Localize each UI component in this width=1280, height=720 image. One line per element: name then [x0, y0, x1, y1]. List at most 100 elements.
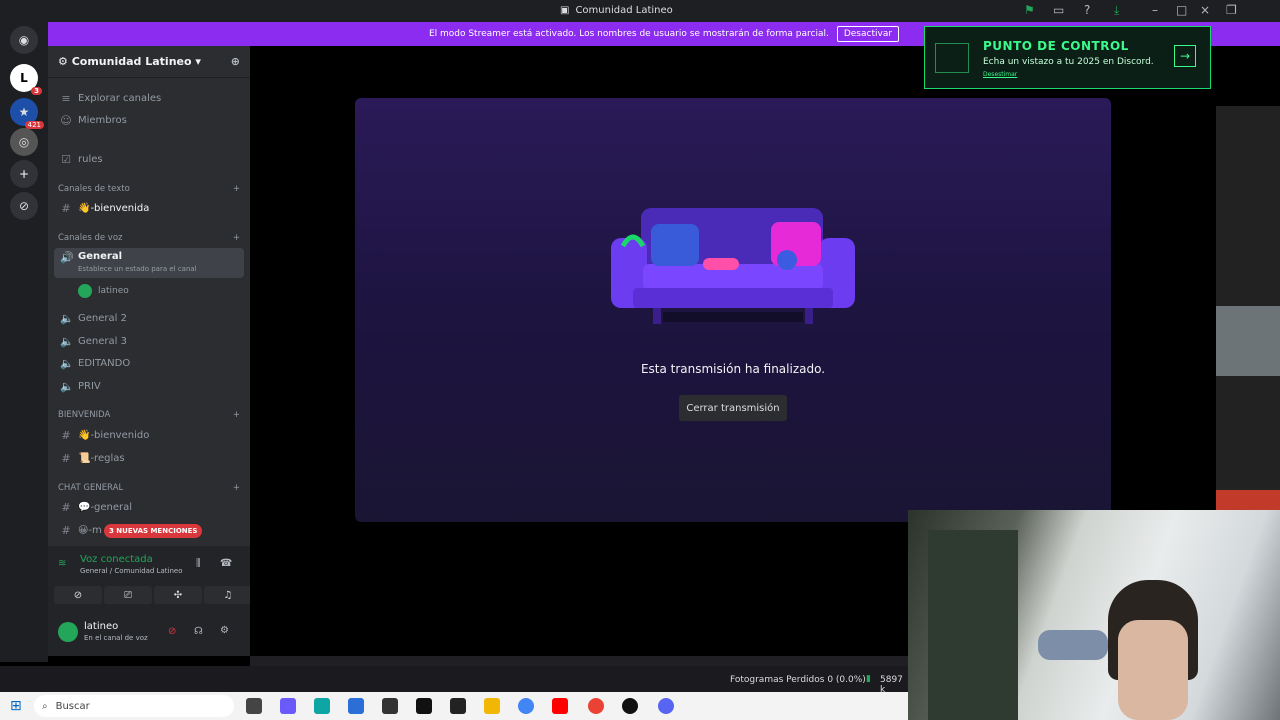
channel-general[interactable]: # 💬-general	[54, 497, 244, 517]
youtube-icon[interactable]	[552, 698, 568, 714]
explore-servers-icon[interactable]: ⊘	[10, 192, 38, 220]
speaker-icon: 🔈	[60, 334, 74, 348]
add-channel-icon[interactable]: +	[233, 410, 240, 420]
explorer-icon[interactable]	[484, 698, 500, 714]
server-icon-latineo[interactable]: L 3	[10, 64, 42, 95]
sidebar-item-members[interactable]: ☺ Miembros	[54, 110, 244, 130]
soundboard-button[interactable]: ♫	[204, 586, 252, 604]
screen-share-icon: ⎚	[124, 589, 132, 601]
speaker-icon: 🔊	[60, 251, 74, 264]
obs-controls-bar	[250, 656, 908, 666]
download-icon[interactable]: ⤓	[1114, 3, 1119, 18]
voice-channel-general-3[interactable]: 🔈 General 3	[54, 331, 244, 351]
channel-bienvenido[interactable]: # 👋-bienvenido	[54, 425, 244, 445]
task-view-icon[interactable]	[246, 698, 262, 714]
rules-icon: ☑	[61, 152, 71, 166]
add-channel-icon[interactable]: +	[233, 184, 240, 194]
copilot-icon[interactable]	[280, 698, 296, 714]
sidebar-item-explore[interactable]: ≡ Explorar canales	[54, 88, 244, 108]
help-icon[interactable]: ?	[1084, 3, 1090, 17]
hash-icon: #	[61, 451, 71, 465]
hash-icon: #	[61, 500, 71, 514]
signal-icon: ▮	[866, 674, 871, 684]
edge-icon[interactable]	[314, 698, 330, 714]
voice-channel-priv[interactable]: 🔈 PRIV	[54, 376, 244, 396]
window-title: ▣ Comunidad Latineo	[560, 5, 673, 16]
inbox-icon[interactable]: ⚑	[1024, 3, 1035, 17]
members-icon: ☺	[60, 113, 72, 127]
server-icon: ⚙	[58, 55, 72, 68]
signal-icon: ≋	[58, 558, 67, 569]
disable-streamer-button[interactable]: Desactivar	[836, 26, 900, 42]
list-icon: ≡	[61, 91, 71, 105]
stream-ended-panel: Esta transmisión ha finalizado. Cerrar t…	[355, 98, 1111, 522]
store-icon[interactable]	[348, 698, 364, 714]
voice-connected-label[interactable]: Voz conectada	[80, 554, 183, 565]
add-server-icon[interactable]: +	[10, 160, 38, 188]
disconnect-icon[interactable]: ☎	[220, 558, 232, 569]
channel-sidebar: ⚙ Comunidad Latineo ▾ ⊕ ≡ Explorar canale…	[48, 46, 250, 546]
obs-status-bar: Fotogramas Perdidos 0 (0.0%) ▮ 5897 k	[0, 666, 908, 695]
server-icon-3[interactable]: ◎	[10, 128, 38, 156]
discord-taskbar-icon[interactable]	[658, 698, 674, 714]
new-mentions-badge[interactable]: 3 NUEVAS MENCIONES	[104, 524, 203, 538]
activities-icon: ✣	[173, 589, 183, 601]
close-icon[interactable]: ×	[1200, 3, 1210, 17]
frames-dropped: Fotogramas Perdidos 0 (0.0%)	[730, 675, 866, 685]
chrome-profile-icon[interactable]	[588, 698, 604, 714]
obs-icon[interactable]	[622, 698, 638, 714]
hash-icon: #	[61, 428, 71, 442]
mail-icon[interactable]	[382, 698, 398, 714]
category-voice[interactable]: Canales de voz +	[58, 233, 240, 243]
voice-channel-path[interactable]: General / Comunidad Latineo	[80, 567, 183, 575]
mute-icon[interactable]: ⊘	[168, 626, 176, 637]
avatar	[78, 284, 92, 298]
avatar[interactable]	[58, 622, 78, 642]
activities-button[interactable]: ✣	[154, 586, 202, 604]
discord-home-icon[interactable]: ◉	[10, 26, 38, 54]
category-chat-general[interactable]: CHAT GENERAL +	[58, 483, 240, 493]
sidebar-item-rules[interactable]: ☑ rules	[54, 149, 244, 169]
promo-dismiss-link[interactable]: Desestimar	[983, 71, 1017, 78]
chrome-icon[interactable]	[518, 698, 534, 714]
restore-icon[interactable]: ❐	[1226, 3, 1237, 17]
speaker-icon: 🔈	[60, 311, 74, 325]
capcut-icon[interactable]	[450, 698, 466, 714]
camera-button[interactable]: ⊘	[54, 586, 102, 604]
headphones-icon[interactable]: ☊	[194, 626, 203, 637]
category-bienvenida[interactable]: BIENVENIDA +	[58, 410, 240, 420]
category-text[interactable]: Canales de texto +	[58, 184, 240, 194]
server-header[interactable]: ⚙ Comunidad Latineo ▾ ⊕	[48, 46, 250, 78]
voice-channel-general[interactable]: 🔊 General Establece un estado para el ca…	[54, 248, 244, 278]
voice-channel-editando[interactable]: 🔈 EDITANDO	[54, 353, 244, 373]
taskbar-search[interactable]: ⌕ Buscar	[34, 695, 234, 717]
screen-icon[interactable]: ▭	[1053, 3, 1064, 17]
voice-status[interactable]: Establece un estado para el canal	[78, 265, 197, 273]
voice-user[interactable]: latineo	[54, 281, 244, 301]
tiktok-icon[interactable]	[416, 698, 432, 714]
webcam-feed	[908, 510, 1280, 720]
minimize-icon[interactable]: –	[1152, 3, 1158, 17]
share-screen-button[interactable]: ⎚	[104, 586, 152, 604]
maximize-icon[interactable]: □	[1176, 3, 1187, 17]
mention-badge: 3	[31, 87, 42, 95]
arrow-right-icon[interactable]: →	[1174, 45, 1196, 67]
close-stream-button[interactable]: Cerrar transmisión	[679, 395, 787, 421]
hash-icon: #	[61, 523, 71, 537]
soundboard-icon: ♫	[223, 589, 233, 601]
settings-icon[interactable]: ⚙	[220, 625, 229, 636]
checkpoint-promo[interactable]: PUNTO DE CONTROL Echa un vistazo a tu 20…	[924, 26, 1211, 89]
noise-suppression-icon[interactable]: ⫼	[196, 558, 201, 569]
add-channel-icon[interactable]: +	[233, 233, 240, 243]
window-titlebar: ▣ Comunidad Latineo ⚑ ▭ ? ⤓ – □ × ❐	[0, 0, 1280, 22]
channel-bienvenida[interactable]: # 👋-bienvenida	[54, 198, 244, 218]
voice-channel-general-2[interactable]: 🔈 General 2	[54, 308, 244, 328]
obs-preview-strip	[1216, 106, 1280, 510]
server-icon-2[interactable]: ★ 421	[10, 98, 44, 129]
add-member-icon[interactable]: ⊕	[231, 55, 240, 68]
add-channel-icon[interactable]: +	[233, 483, 240, 493]
windows-taskbar: ⊞ ⌕ Buscar	[0, 692, 908, 720]
channel-reglas[interactable]: # 📜-reglas	[54, 448, 244, 468]
user-status: En el canal de voz	[84, 634, 148, 642]
windows-start-icon[interactable]: ⊞	[10, 698, 22, 714]
